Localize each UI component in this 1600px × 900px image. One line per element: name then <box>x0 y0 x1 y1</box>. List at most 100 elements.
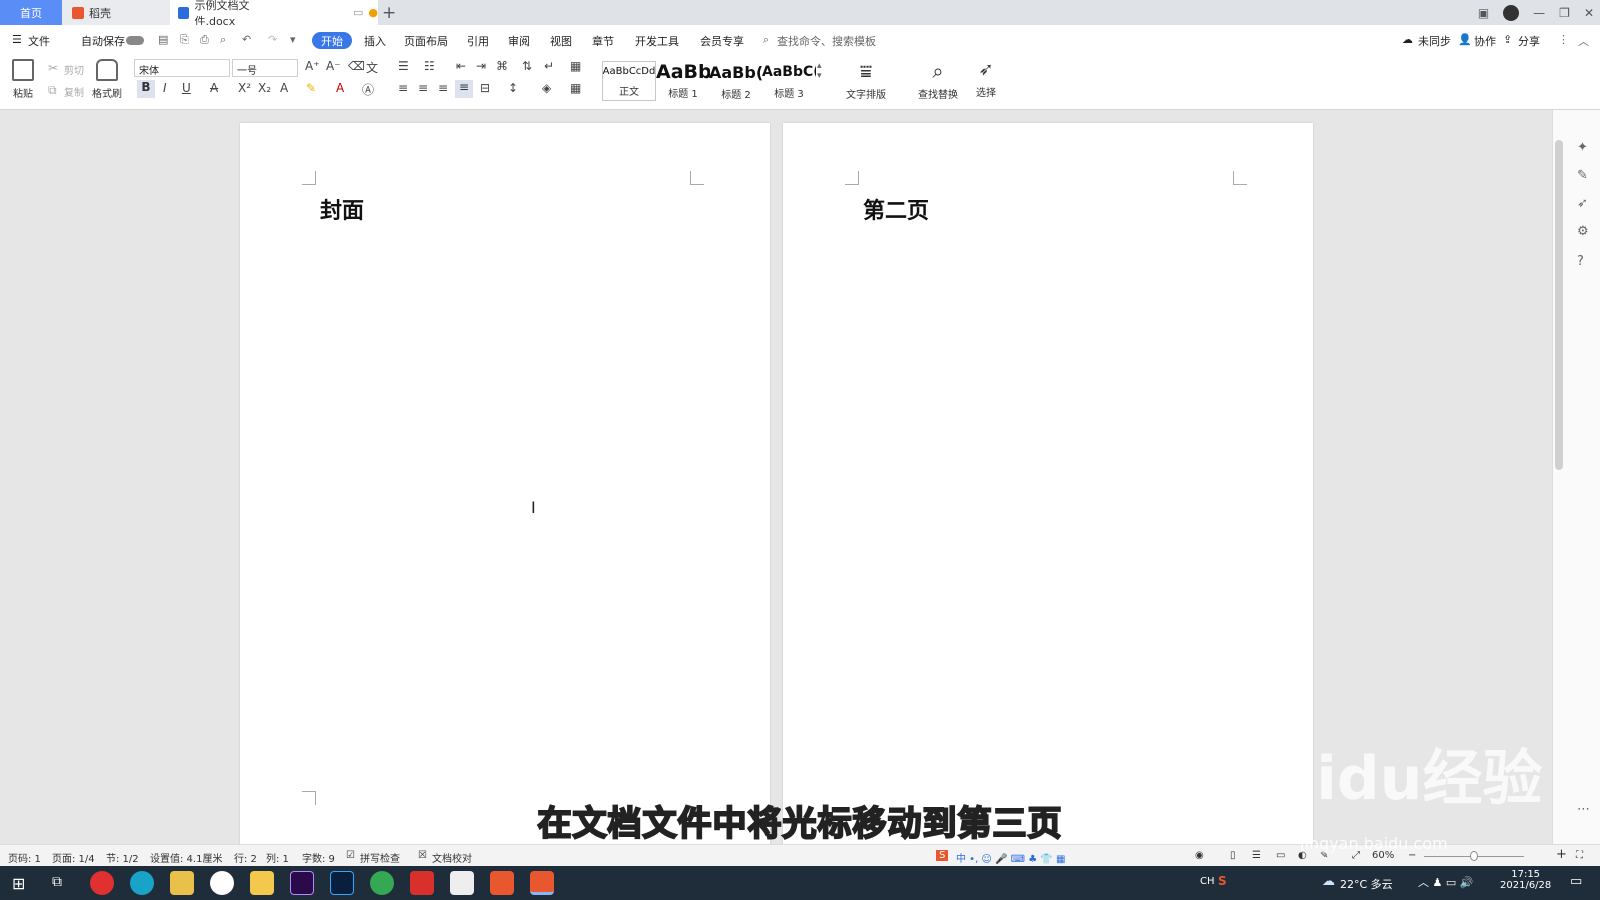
justify-icon[interactable]: ≡ <box>455 80 473 98</box>
sort-icon[interactable]: ⇅ <box>522 59 532 73</box>
outdent-icon[interactable]: ⇤ <box>456 59 466 73</box>
zoom-in-icon[interactable]: + <box>1556 847 1567 862</box>
number-list-icon[interactable]: ☷ <box>424 59 435 73</box>
line-spacing-icon[interactable]: ↕ <box>508 81 518 95</box>
font-family-select[interactable]: 宋体 <box>134 59 230 77</box>
strikethrough-icon[interactable]: A <box>210 81 218 95</box>
show-marks-icon[interactable]: ↵ <box>544 59 554 73</box>
collapse-ribbon-icon[interactable]: ︿ <box>1578 33 1589 49</box>
find-replace-button[interactable]: ⌕ 查找替换 <box>918 59 958 101</box>
share-button[interactable]: 分享 <box>1518 33 1540 49</box>
char-border-icon[interactable]: Ⓐ <box>362 81 374 98</box>
tray-icons[interactable]: ︿ ♟ ▭ 🔊 <box>1418 874 1473 890</box>
page-1[interactable]: 封面 <box>240 123 770 844</box>
export-icon[interactable]: ⎘ <box>180 33 189 47</box>
quick-access-dropdown-icon[interactable]: ▾ <box>290 33 296 46</box>
app-a-icon[interactable] <box>210 871 234 895</box>
weather-text[interactable]: 22°C 多云 <box>1340 876 1393 892</box>
input-language[interactable]: CH <box>1200 876 1215 887</box>
collab-button[interactable]: 协作 <box>1474 33 1496 49</box>
netease-music-icon[interactable] <box>90 871 114 895</box>
status-words[interactable]: 字数: 9 <box>302 850 335 865</box>
outline-view-icon[interactable]: ☰ <box>1252 850 1261 861</box>
align-center-icon[interactable]: ≡ <box>418 81 428 95</box>
eye-protect-icon[interactable]: ◉ <box>1195 850 1204 861</box>
format-painter-button[interactable]: 格式刷 <box>92 59 122 100</box>
tab-daoke[interactable]: 稻壳 <box>62 0 170 25</box>
settings-panel-icon[interactable]: ⚙ <box>1577 224 1589 239</box>
tab-document[interactable]: 示例文档文件.docx ▭ ● <box>170 0 378 28</box>
sogou-tray-icon[interactable]: S <box>1218 874 1227 888</box>
select-button[interactable]: ➶ 选择 <box>976 59 996 99</box>
grow-font-icon[interactable]: A⁺ <box>305 59 320 73</box>
new-tab-button[interactable]: + <box>382 0 396 25</box>
subscript-icon[interactable]: X₂ <box>258 81 271 95</box>
style-heading-2[interactable]: AaBb( 标题 2 <box>709 61 763 101</box>
indent-icon[interactable]: ⇥ <box>476 59 486 73</box>
style-heading-3[interactable]: AaBbC( 标题 3 <box>762 61 816 101</box>
bold-icon[interactable]: B <box>137 80 155 98</box>
font-color-icon[interactable]: A <box>336 81 344 95</box>
edge-browser-icon[interactable] <box>130 871 154 895</box>
wps-icon[interactable] <box>410 871 434 895</box>
vertical-scrollbar[interactable] <box>1555 140 1563 470</box>
undo-icon[interactable]: ↶ <box>242 33 251 46</box>
calendar-app-icon[interactable] <box>170 871 194 895</box>
close-icon[interactable]: ✕ <box>1584 6 1594 20</box>
superscript-icon[interactable]: X² <box>238 81 251 95</box>
select-panel-icon[interactable]: ➶ <box>1577 196 1588 211</box>
avatar[interactable] <box>1503 4 1520 21</box>
cut-button[interactable]: 剪切 <box>64 62 84 77</box>
paste-button[interactable]: 粘贴 <box>12 59 34 100</box>
file-explorer-icon[interactable] <box>250 871 274 895</box>
style-panel-icon[interactable]: ✦ <box>1577 140 1588 155</box>
page-view-icon[interactable]: ▯ <box>1230 850 1236 861</box>
align-right-icon[interactable]: ≡ <box>438 81 448 95</box>
redo-icon[interactable]: ↷ <box>268 33 277 46</box>
menu-insert[interactable]: 插入 <box>364 33 386 49</box>
spell-check-button[interactable]: 拼写检查 <box>360 850 400 865</box>
shrink-font-icon[interactable]: A⁻ <box>326 59 341 73</box>
ime-logo-icon[interactable]: S <box>936 850 949 861</box>
status-col[interactable]: 列: 1 <box>266 850 289 865</box>
italic-icon[interactable]: I <box>163 81 167 95</box>
menu-page-layout[interactable]: 页面布局 <box>404 33 448 49</box>
menu-reference[interactable]: 引用 <box>467 33 489 49</box>
status-page[interactable]: 页面: 1/4 <box>52 850 95 865</box>
minimize-icon[interactable]: — <box>1533 6 1545 20</box>
proof-button[interactable]: 文档校对 <box>432 850 472 865</box>
photoshop-icon[interactable] <box>330 871 354 895</box>
chinese-layout-icon[interactable]: ⌘ <box>496 59 508 73</box>
menu-file[interactable]: 文件 <box>28 33 50 49</box>
copy-button[interactable]: 复制 <box>64 84 84 99</box>
layout-icon[interactable]: ▣ <box>1478 6 1489 20</box>
command-search-input[interactable]: 查找命令、搜索模板 <box>777 33 876 49</box>
task-view-icon[interactable]: ⧉ <box>52 874 62 890</box>
style-normal[interactable]: AaBbCcDd 正文 <box>602 61 656 101</box>
preview-icon[interactable]: ⌕ <box>220 33 226 47</box>
text-layout-button[interactable]: ⩸ 文字排版 <box>846 59 886 101</box>
status-setting[interactable]: 设置值: 4.1厘米 <box>150 850 222 865</box>
help-icon[interactable]: ? <box>1577 254 1584 269</box>
chrome-icon[interactable] <box>370 871 394 895</box>
tab-window-icon[interactable]: ▭ <box>353 6 363 19</box>
menu-chapter[interactable]: 章节 <box>592 33 614 49</box>
status-page-code[interactable]: 页码: 1 <box>8 850 41 865</box>
shading-icon[interactable]: ◈ <box>542 81 551 95</box>
app-window-icon[interactable] <box>450 871 474 895</box>
tab-home[interactable]: 首页 <box>0 0 62 25</box>
ime-toolbar-icons[interactable]: 中 •, ☺ 🎤 ⌨ ♣ 👕 ▦ <box>956 850 1066 865</box>
underline-icon[interactable]: U <box>182 81 191 95</box>
hamburger-icon[interactable]: ☰ <box>12 33 22 46</box>
notification-icon[interactable]: ▭ <box>1570 874 1582 889</box>
sync-status[interactable]: 未同步 <box>1418 33 1451 49</box>
style-heading-1[interactable]: AaBb 标题 1 <box>656 61 710 101</box>
edit-panel-icon[interactable]: ✎ <box>1577 168 1588 183</box>
highlight-icon[interactable]: ✎ <box>306 81 316 95</box>
wps-writer-icon[interactable] <box>490 871 514 895</box>
web-view-icon[interactable]: ▭ <box>1276 850 1285 861</box>
status-section[interactable]: 节: 1/2 <box>106 850 139 865</box>
menu-view[interactable]: 视图 <box>550 33 572 49</box>
wps-writer-active-icon[interactable] <box>530 871 554 895</box>
distribute-icon[interactable]: ⊟ <box>480 81 490 95</box>
